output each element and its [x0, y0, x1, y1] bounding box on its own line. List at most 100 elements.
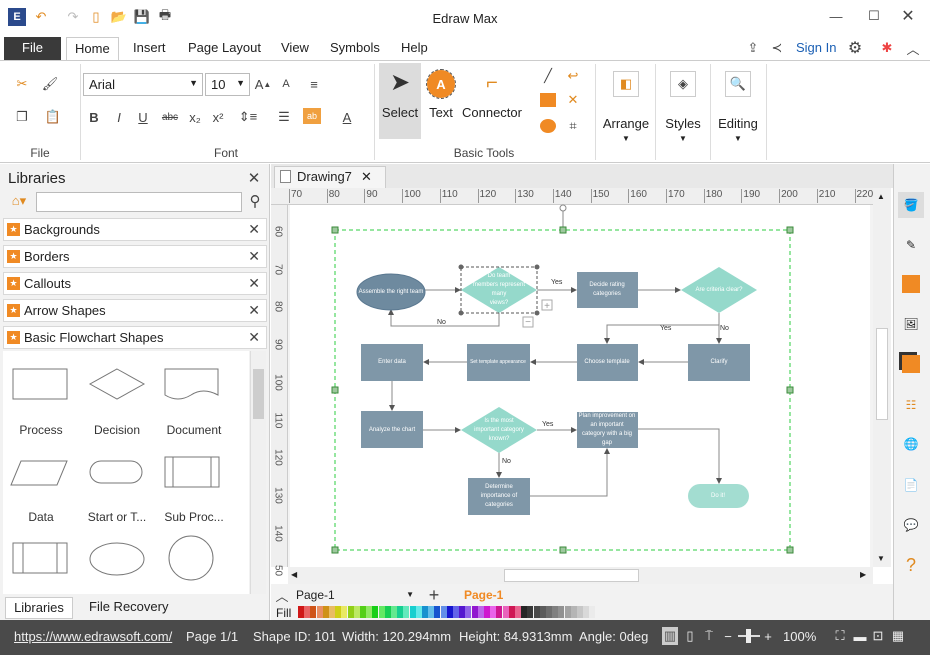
- svg-text:+: +: [544, 301, 550, 312]
- page-view-icon[interactable]: ▥: [662, 627, 678, 645]
- shape-text-line: members represent: [472, 282, 526, 288]
- shape-text-line: Do team: [487, 273, 511, 279]
- shape-text-line: many: [491, 291, 507, 297]
- palette-swatch[interactable]: [341, 606, 348, 618]
- globe-icon[interactable]: 🌐: [898, 431, 924, 457]
- shape-text-line: Decide rating: [589, 282, 625, 288]
- palette-swatch[interactable]: [446, 606, 453, 618]
- shape-text-line: Plan improvement on: [578, 413, 636, 419]
- scroll-left-icon[interactable]: ◀: [291, 570, 297, 579]
- add-page-icon[interactable]: +: [426, 585, 442, 605]
- shape-text: Plan improvement on an important category …: [567, 412, 647, 448]
- palette-swatch[interactable]: [546, 606, 552, 618]
- palette-swatch[interactable]: [484, 606, 490, 618]
- shape-text-line: categories: [593, 291, 621, 297]
- presentation-icon[interactable]: ⍑: [702, 627, 716, 645]
- comment-icon[interactable]: 💬: [898, 512, 924, 538]
- zoom-level[interactable]: 100%: [783, 629, 816, 644]
- fit-page-icon[interactable]: ⛶: [832, 627, 848, 645]
- palette-swatch[interactable]: [391, 606, 397, 618]
- palette-swatch[interactable]: [372, 606, 379, 618]
- page-properties-icon[interactable]: ☷: [898, 392, 924, 418]
- palette-swatch[interactable]: [316, 606, 323, 618]
- notes-icon[interactable]: 📄: [898, 472, 924, 498]
- palette-swatch[interactable]: [329, 606, 335, 618]
- collapse-palette-icon[interactable]: ︿: [275, 588, 289, 604]
- horizontal-scrollbar[interactable]: ◀ ▶: [288, 567, 873, 584]
- palette-swatch[interactable]: [583, 606, 590, 618]
- palette-swatch[interactable]: [428, 606, 435, 618]
- palette-swatch[interactable]: [490, 606, 497, 618]
- connector-label: No: [720, 325, 729, 332]
- palette-swatch[interactable]: [527, 606, 534, 618]
- website-link[interactable]: https://www.edrawsoft.com/: [14, 629, 172, 644]
- palette-swatch[interactable]: [465, 606, 472, 618]
- palette-swatch[interactable]: [347, 606, 354, 618]
- grid-icon[interactable]: ▦: [890, 627, 906, 645]
- palette-swatch[interactable]: [521, 606, 528, 618]
- palette-swatch[interactable]: [310, 606, 317, 618]
- scroll-right-icon[interactable]: ▶: [860, 570, 866, 579]
- shape-text: Are criteria clear?: [695, 286, 743, 293]
- palette-swatch[interactable]: [564, 606, 571, 618]
- palette-swatch[interactable]: [378, 606, 385, 618]
- palette-swatch[interactable]: [589, 606, 596, 618]
- palette-swatch[interactable]: [539, 606, 546, 618]
- palette-swatch[interactable]: [552, 606, 559, 618]
- palette-swatch[interactable]: [409, 606, 416, 618]
- zoom-out-icon[interactable]: −: [722, 627, 734, 645]
- palette-swatch[interactable]: [496, 606, 503, 618]
- chevron-down-icon: ▼: [406, 590, 414, 599]
- connector-label: No: [502, 458, 511, 465]
- palette-swatch[interactable]: [397, 606, 404, 618]
- layers-icon[interactable]: [898, 351, 924, 377]
- shape-text-line: categories: [485, 501, 513, 508]
- shadow-icon[interactable]: [898, 271, 924, 297]
- shape-text-line: important category: [474, 426, 524, 433]
- palette-swatch[interactable]: [471, 606, 478, 618]
- fit-width-icon[interactable]: ▬: [852, 627, 868, 645]
- scroll-up-icon[interactable]: ▲: [877, 192, 885, 201]
- palette-swatch[interactable]: [335, 606, 342, 618]
- palette-swatch[interactable]: [577, 606, 583, 618]
- palette-swatch[interactable]: [570, 606, 577, 618]
- palette-swatch[interactable]: [440, 606, 447, 618]
- zoom-select-icon[interactable]: ⊡: [870, 627, 886, 645]
- palette-swatch[interactable]: [360, 606, 366, 618]
- help-icon[interactable]: ?: [898, 552, 924, 578]
- page-tab-active[interactable]: Page-1: [464, 588, 503, 602]
- svg-text:−: −: [525, 317, 531, 328]
- zoom-in-icon[interactable]: +: [762, 627, 774, 645]
- page-selector[interactable]: Page-1 ▼: [296, 588, 418, 604]
- palette-swatch[interactable]: [477, 606, 484, 618]
- shape-text-line: gap: [601, 440, 612, 446]
- palette-swatch[interactable]: [502, 606, 509, 618]
- palette-swatch[interactable]: [459, 606, 466, 618]
- palette-swatch[interactable]: [298, 606, 304, 618]
- zoom-slider[interactable]: [738, 629, 760, 643]
- shape-text: Assemble the right team: [358, 288, 424, 295]
- fill-icon[interactable]: 🪣: [898, 192, 924, 218]
- line-style-icon[interactable]: ✎: [898, 232, 924, 258]
- palette-swatch[interactable]: [453, 606, 459, 618]
- image-icon[interactable]: 🖼: [898, 311, 924, 337]
- shape-text-line: category with a big: [581, 431, 633, 437]
- full-page-icon[interactable]: ▯: [683, 627, 697, 645]
- palette-swatch[interactable]: [403, 606, 410, 618]
- palette-swatch[interactable]: [384, 606, 391, 618]
- palette-swatch[interactable]: [366, 606, 373, 618]
- palette-swatch[interactable]: [353, 606, 360, 618]
- scroll-down-icon[interactable]: ▼: [877, 554, 885, 563]
- palette-swatch[interactable]: [515, 606, 521, 618]
- shape-text: Determine importance of categories: [459, 483, 539, 510]
- palette-swatch[interactable]: [422, 606, 428, 618]
- palette-swatch[interactable]: [533, 606, 540, 618]
- palette-swatch[interactable]: [304, 606, 311, 618]
- vertical-scrollbar[interactable]: ▲ ▼: [873, 188, 891, 567]
- palette-swatch[interactable]: [558, 606, 565, 618]
- palette-swatch[interactable]: [415, 606, 422, 618]
- palette-swatch[interactable]: [508, 606, 515, 618]
- palette-swatch[interactable]: [434, 606, 441, 618]
- palette-swatch[interactable]: [322, 606, 329, 618]
- shape-text: Analyze the chart: [368, 426, 416, 433]
